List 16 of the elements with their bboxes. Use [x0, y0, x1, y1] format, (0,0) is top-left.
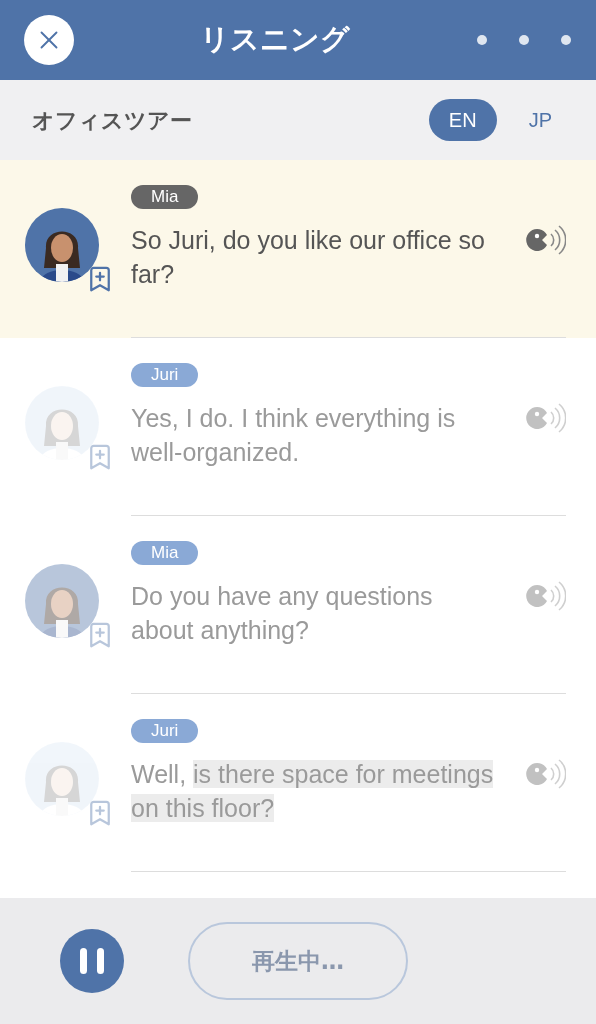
dialogue-text: Yes, I do. I think everything is well-organized.	[131, 403, 457, 468]
speaker-label: Juri	[131, 719, 199, 743]
speaker-label: Mia	[131, 541, 199, 565]
close-button[interactable]	[24, 15, 74, 65]
dialogue-text: So Juri, do you like our office so far?	[131, 225, 486, 290]
playback-status: 再生中…	[188, 922, 408, 1000]
lesson-title: オフィスツアー	[32, 106, 192, 135]
language-toggle[interactable]: JP	[508, 99, 572, 141]
language-toggle[interactable]: EN	[428, 99, 497, 141]
speaker-label: Juri	[131, 363, 199, 387]
screen-title: リスニング	[200, 21, 350, 59]
dialogue-text: Well, is there space for meetings on this floor?	[131, 759, 495, 824]
dialogue-row[interactable]: Mia So Juri, do you like our office so far?	[0, 160, 596, 338]
more-icon[interactable]	[476, 34, 572, 46]
dialogue-text: Do you have any questions about anything?	[131, 581, 434, 646]
speaker-label: Mia	[131, 185, 199, 209]
